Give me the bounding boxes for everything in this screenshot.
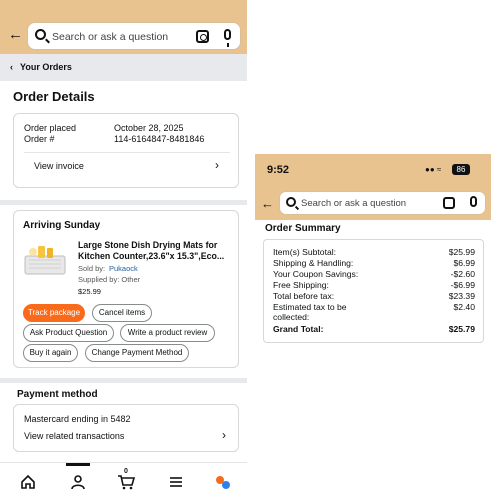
summary-label: Item(s) Subtotal: bbox=[273, 247, 337, 257]
payment-card: Mastercard ending in 5482 View related t… bbox=[13, 404, 239, 452]
summary-label: Free Shipping: bbox=[273, 280, 329, 290]
buy-again-button[interactable]: Buy it again bbox=[23, 344, 78, 362]
arrival-heading: Arriving Sunday bbox=[23, 220, 101, 231]
order-placed-value: October 28, 2025 bbox=[114, 123, 184, 133]
signal-wifi-icon: ●● ≈ bbox=[425, 165, 442, 174]
write-review-button[interactable]: Write a product review bbox=[120, 324, 215, 342]
breadcrumb-label[interactable]: Your Orders bbox=[20, 62, 72, 72]
card-info: Mastercard ending in 5482 bbox=[24, 414, 131, 424]
summary-value: $25.79 bbox=[448, 324, 475, 334]
bottom-nav: 0 bbox=[0, 462, 247, 500]
section-divider bbox=[0, 378, 247, 383]
summary-value: $2.40 bbox=[453, 302, 475, 312]
microphone-icon[interactable] bbox=[470, 196, 477, 207]
summary-value: -$2.60 bbox=[450, 269, 475, 279]
change-payment-button[interactable]: Change Payment Method bbox=[85, 344, 189, 362]
order-summary-screen: 9:52 ●● ≈ 86 ← Search or ask a question … bbox=[255, 154, 491, 352]
payment-heading: Payment method bbox=[17, 389, 98, 400]
order-info-card: Order placed October 28, 2025 Order # 11… bbox=[13, 113, 239, 188]
item-price: $25.99 bbox=[78, 287, 101, 296]
product-title-line2[interactable]: Kitchen Counter,23.6"x 15.3",Eco... bbox=[78, 251, 224, 261]
divider bbox=[24, 152, 230, 153]
status-time: 9:52 bbox=[267, 164, 290, 176]
summary-value: $23.39 bbox=[448, 291, 475, 301]
order-summary-card: Item(s) Subtotal: $25.99 Shipping & Hand… bbox=[263, 239, 484, 343]
cart-icon[interactable] bbox=[117, 474, 135, 490]
rufus-icon[interactable] bbox=[214, 473, 232, 491]
battery-icon: 86 bbox=[452, 164, 470, 175]
chevron-right-icon[interactable]: › bbox=[222, 428, 226, 442]
camera-scan-icon[interactable] bbox=[443, 197, 455, 209]
summary-label: Grand Total: bbox=[273, 324, 324, 334]
ask-question-button[interactable]: Ask Product Question bbox=[23, 324, 114, 342]
summary-value: $6.99 bbox=[453, 258, 475, 268]
summary-title: Order Summary bbox=[265, 223, 341, 234]
summary-label: Total before tax: bbox=[273, 291, 335, 301]
summary-row: Estimated tax to be collected: $2.40 bbox=[273, 302, 475, 322]
view-invoice-link[interactable]: View invoice bbox=[34, 161, 84, 171]
active-tab-indicator bbox=[66, 463, 90, 466]
microphone-icon[interactable] bbox=[224, 29, 231, 47]
summary-label: Estimated tax to be collected: bbox=[273, 302, 347, 322]
page-title: Order Details bbox=[13, 89, 95, 104]
home-icon[interactable] bbox=[20, 474, 36, 490]
track-package-button[interactable]: Track package bbox=[23, 304, 85, 322]
chevron-right-icon[interactable]: › bbox=[215, 158, 219, 172]
breadcrumb[interactable]: ‹ Your Orders bbox=[0, 54, 247, 81]
cart-count: 0 bbox=[124, 468, 128, 475]
product-thumbnail[interactable] bbox=[22, 242, 68, 280]
search-input[interactable]: Search or ask a question bbox=[279, 191, 486, 215]
product-title-line1[interactable]: Large Stone Dish Drying Mats for bbox=[78, 240, 217, 250]
back-arrow-icon[interactable]: ← bbox=[261, 196, 274, 211]
summary-value: -$6.99 bbox=[450, 280, 475, 290]
order-number-label: Order # bbox=[24, 134, 55, 144]
account-icon[interactable] bbox=[70, 474, 86, 490]
summary-label: Shipping & Handling: bbox=[273, 258, 354, 268]
shipment-card: Arriving Sunday Large Stone Dish Drying … bbox=[13, 210, 239, 368]
summary-label: Your Coupon Savings: bbox=[273, 269, 359, 279]
order-details-screen: ← Search or ask a question ‹ Your Orders… bbox=[0, 0, 247, 500]
supplied-by: Supplied by: Other bbox=[78, 275, 141, 284]
sold-by-label: Sold by: bbox=[78, 264, 106, 273]
summary-value: $25.99 bbox=[448, 247, 475, 257]
order-number-value: 114-6164847-8481846 bbox=[114, 134, 205, 144]
back-arrow-icon[interactable]: ← bbox=[8, 27, 23, 42]
order-placed-label: Order placed bbox=[24, 123, 77, 133]
seller-link[interactable]: Pukaock bbox=[109, 264, 138, 273]
chevron-left-icon: ‹ bbox=[10, 62, 13, 72]
view-transactions-link[interactable]: View related transactions bbox=[24, 431, 124, 441]
section-divider bbox=[0, 200, 247, 205]
search-input[interactable]: Search or ask a question bbox=[27, 22, 241, 50]
search-icon bbox=[286, 197, 296, 207]
camera-scan-icon[interactable] bbox=[196, 30, 209, 43]
search-placeholder: Search or ask a question bbox=[52, 31, 169, 43]
search-placeholder: Search or ask a question bbox=[301, 198, 407, 209]
header-bar: 9:52 ●● ≈ 86 ← Search or ask a question bbox=[255, 154, 491, 220]
menu-icon[interactable] bbox=[169, 475, 183, 489]
search-icon bbox=[35, 29, 46, 40]
cancel-items-button[interactable]: Cancel items bbox=[92, 304, 152, 322]
header-bar: ← Search or ask a question bbox=[0, 0, 247, 54]
